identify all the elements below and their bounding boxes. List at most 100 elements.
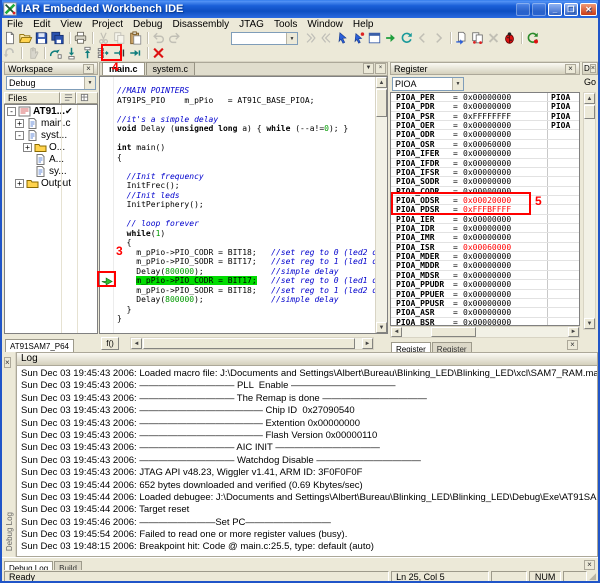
minimize-button[interactable]: _ (548, 3, 562, 16)
make-button[interactable] (470, 31, 486, 46)
register-row[interactable]: PIOA_BSR=0x00000000 (391, 318, 579, 326)
collapse-icon[interactable]: - (7, 107, 16, 116)
redo-button[interactable] (167, 31, 183, 46)
tree-item-o-[interactable]: +O... (5, 141, 97, 153)
menu-item-help[interactable]: Help (348, 18, 379, 31)
edit-window-button[interactable] (367, 31, 383, 46)
register-row[interactable]: PIOA_IFSR=0x00000000 (391, 168, 579, 177)
undo-button[interactable] (151, 31, 167, 46)
restart-debugger-button[interactable] (525, 31, 541, 46)
scroll-down-icon[interactable]: ▼ (584, 318, 595, 329)
scroll-thumb[interactable] (376, 89, 387, 117)
close-icon[interactable]: × (590, 64, 596, 73)
editor-horizontal-scrollbar[interactable]: ◄ ► (130, 337, 374, 350)
tree-item-main-c[interactable]: +main.c (5, 117, 97, 129)
menu-item-tools[interactable]: Tools (269, 18, 302, 31)
menu-item-debug[interactable]: Debug (128, 18, 167, 31)
compile-button[interactable] (454, 31, 470, 46)
code-area[interactable]: //MAIN POINTERSAT91PS_PIO m_pPio = AT91C… (114, 77, 375, 333)
register-row[interactable]: PIOA_MDER=0x00000000 (391, 252, 579, 261)
step-out-button[interactable] (80, 46, 96, 61)
register-row[interactable]: PIOA_PER=0x00000000PIOA (391, 93, 579, 102)
tree-item-a-[interactable]: A... (5, 153, 97, 165)
stop-debugger-button[interactable] (151, 46, 167, 61)
register-row[interactable]: PIOA_OSR=0x00060000 (391, 140, 579, 149)
close-button[interactable]: ✕ (580, 3, 597, 16)
maximize-button[interactable]: ❐ (564, 3, 578, 16)
tree-item-at91-[interactable]: -AT91...✔ (5, 105, 97, 117)
open-file-button[interactable] (18, 31, 34, 46)
scroll-thumb[interactable] (431, 327, 476, 337)
register-row[interactable]: PIOA_ISR=0x00060000 (391, 243, 579, 252)
close-icon[interactable]: × (567, 340, 578, 350)
reset-button[interactable] (2, 46, 18, 61)
cut-button[interactable] (96, 31, 112, 46)
tree-item-sy-[interactable]: sy... (5, 165, 97, 177)
go-button[interactable] (128, 46, 144, 61)
menu-item-view[interactable]: View (55, 18, 87, 31)
collapse-icon[interactable]: - (15, 131, 24, 140)
close-icon[interactable]: × (565, 64, 576, 74)
break-button[interactable] (25, 46, 41, 61)
disassembly-vertical-scrollbar[interactable]: ▲ ▼ (583, 92, 596, 330)
workspace-project-tab[interactable]: AT91SAM7_P64 (5, 339, 74, 353)
dropdown-arrow-icon[interactable]: ▼ (286, 33, 297, 44)
dropdown-arrow-icon[interactable]: ▼ (84, 77, 95, 89)
print-button[interactable] (73, 31, 89, 46)
menu-item-edit[interactable]: Edit (28, 18, 55, 31)
register-list[interactable]: PIOA_PER=0x00000000PIOAPIOA_PDR=0x000000… (390, 92, 580, 326)
step-over-button[interactable] (48, 46, 64, 61)
register-row[interactable]: PIOA_CODR=0x00000000 (391, 187, 579, 196)
browse-symbol-button[interactable] (399, 31, 415, 46)
scroll-thumb[interactable] (584, 105, 595, 119)
expand-icon[interactable]: + (15, 179, 24, 188)
menu-item-jtag[interactable]: JTAG (234, 18, 269, 31)
register-row[interactable]: PIOA_ASR=0x00000000 (391, 308, 579, 317)
stop-build-button[interactable] (486, 31, 502, 46)
expand-icon[interactable]: + (23, 143, 32, 152)
navigate-forward-button[interactable] (383, 31, 399, 46)
scroll-left-icon[interactable]: ◄ (391, 327, 402, 337)
column-icon-2[interactable] (76, 92, 98, 104)
close-icon[interactable]: × (83, 64, 94, 74)
scroll-right-icon[interactable]: ► (568, 327, 579, 337)
register-row[interactable]: PIOA_IDR=0x00000000 (391, 224, 579, 233)
dropdown-arrow-icon[interactable]: ▼ (452, 78, 463, 90)
next-statement-button[interactable] (96, 46, 112, 61)
menu-item-disassembly[interactable]: Disassembly (167, 18, 234, 31)
find-combo[interactable]: ▼ (231, 32, 298, 45)
register-row[interactable]: PIOA_PPUSR=0x00000000 (391, 299, 579, 308)
register-row[interactable]: PIOA_ODR=0x00000000 (391, 130, 579, 139)
tree-item-syst-[interactable]: -syst... (5, 129, 97, 141)
editor-tab-main-c[interactable]: main.c (102, 62, 145, 75)
find-next-button[interactable] (303, 31, 319, 46)
run-to-cursor-button[interactable] (112, 46, 128, 61)
scroll-left-icon[interactable]: ◄ (131, 338, 142, 349)
tree-item-output[interactable]: +Output (5, 177, 97, 189)
copy-button[interactable] (112, 31, 128, 46)
close-icon[interactable]: × (584, 560, 595, 570)
workspace-config-combo[interactable]: Debug ▼ (6, 76, 96, 90)
register-row[interactable]: PIOA_ODSR=0x00020000 (391, 196, 579, 205)
register-row[interactable]: PIOA_SODR=0x00000000 (391, 177, 579, 186)
register-row[interactable]: PIOA_PSR=0xFFFFFFFFPIOA (391, 112, 579, 121)
goto-function-button[interactable]: f() (101, 337, 119, 350)
scroll-right-icon[interactable]: ► (362, 338, 373, 349)
scroll-up-icon[interactable]: ▲ (376, 77, 387, 88)
scroll-down-icon[interactable]: ▼ (376, 322, 387, 333)
register-row[interactable]: PIOA_IMR=0x00000000 (391, 233, 579, 242)
close-document-icon[interactable]: × (375, 63, 386, 74)
register-row[interactable]: PIOA_PPUER=0x00000000 (391, 290, 579, 299)
column-icon-1[interactable] (60, 92, 76, 104)
goto-bookmark-button[interactable] (351, 31, 367, 46)
save-all-button[interactable] (50, 31, 66, 46)
new-document-button[interactable] (2, 31, 18, 46)
register-row[interactable]: PIOA_MDSR=0x00000000 (391, 271, 579, 280)
debug-button[interactable] (502, 31, 518, 46)
register-row[interactable]: PIOA_OER=0x00000000PIOA (391, 121, 579, 130)
editor-vertical-scrollbar[interactable]: ▲ ▼ (375, 77, 387, 333)
workspace-file-tree[interactable]: -AT91...✔+main.c-syst...+O...A...sy...+O… (4, 104, 98, 334)
menu-item-window[interactable]: Window (302, 18, 348, 31)
menu-item-project[interactable]: Project (87, 18, 128, 31)
register-row[interactable]: PIOA_MDDR=0x00000000 (391, 261, 579, 270)
